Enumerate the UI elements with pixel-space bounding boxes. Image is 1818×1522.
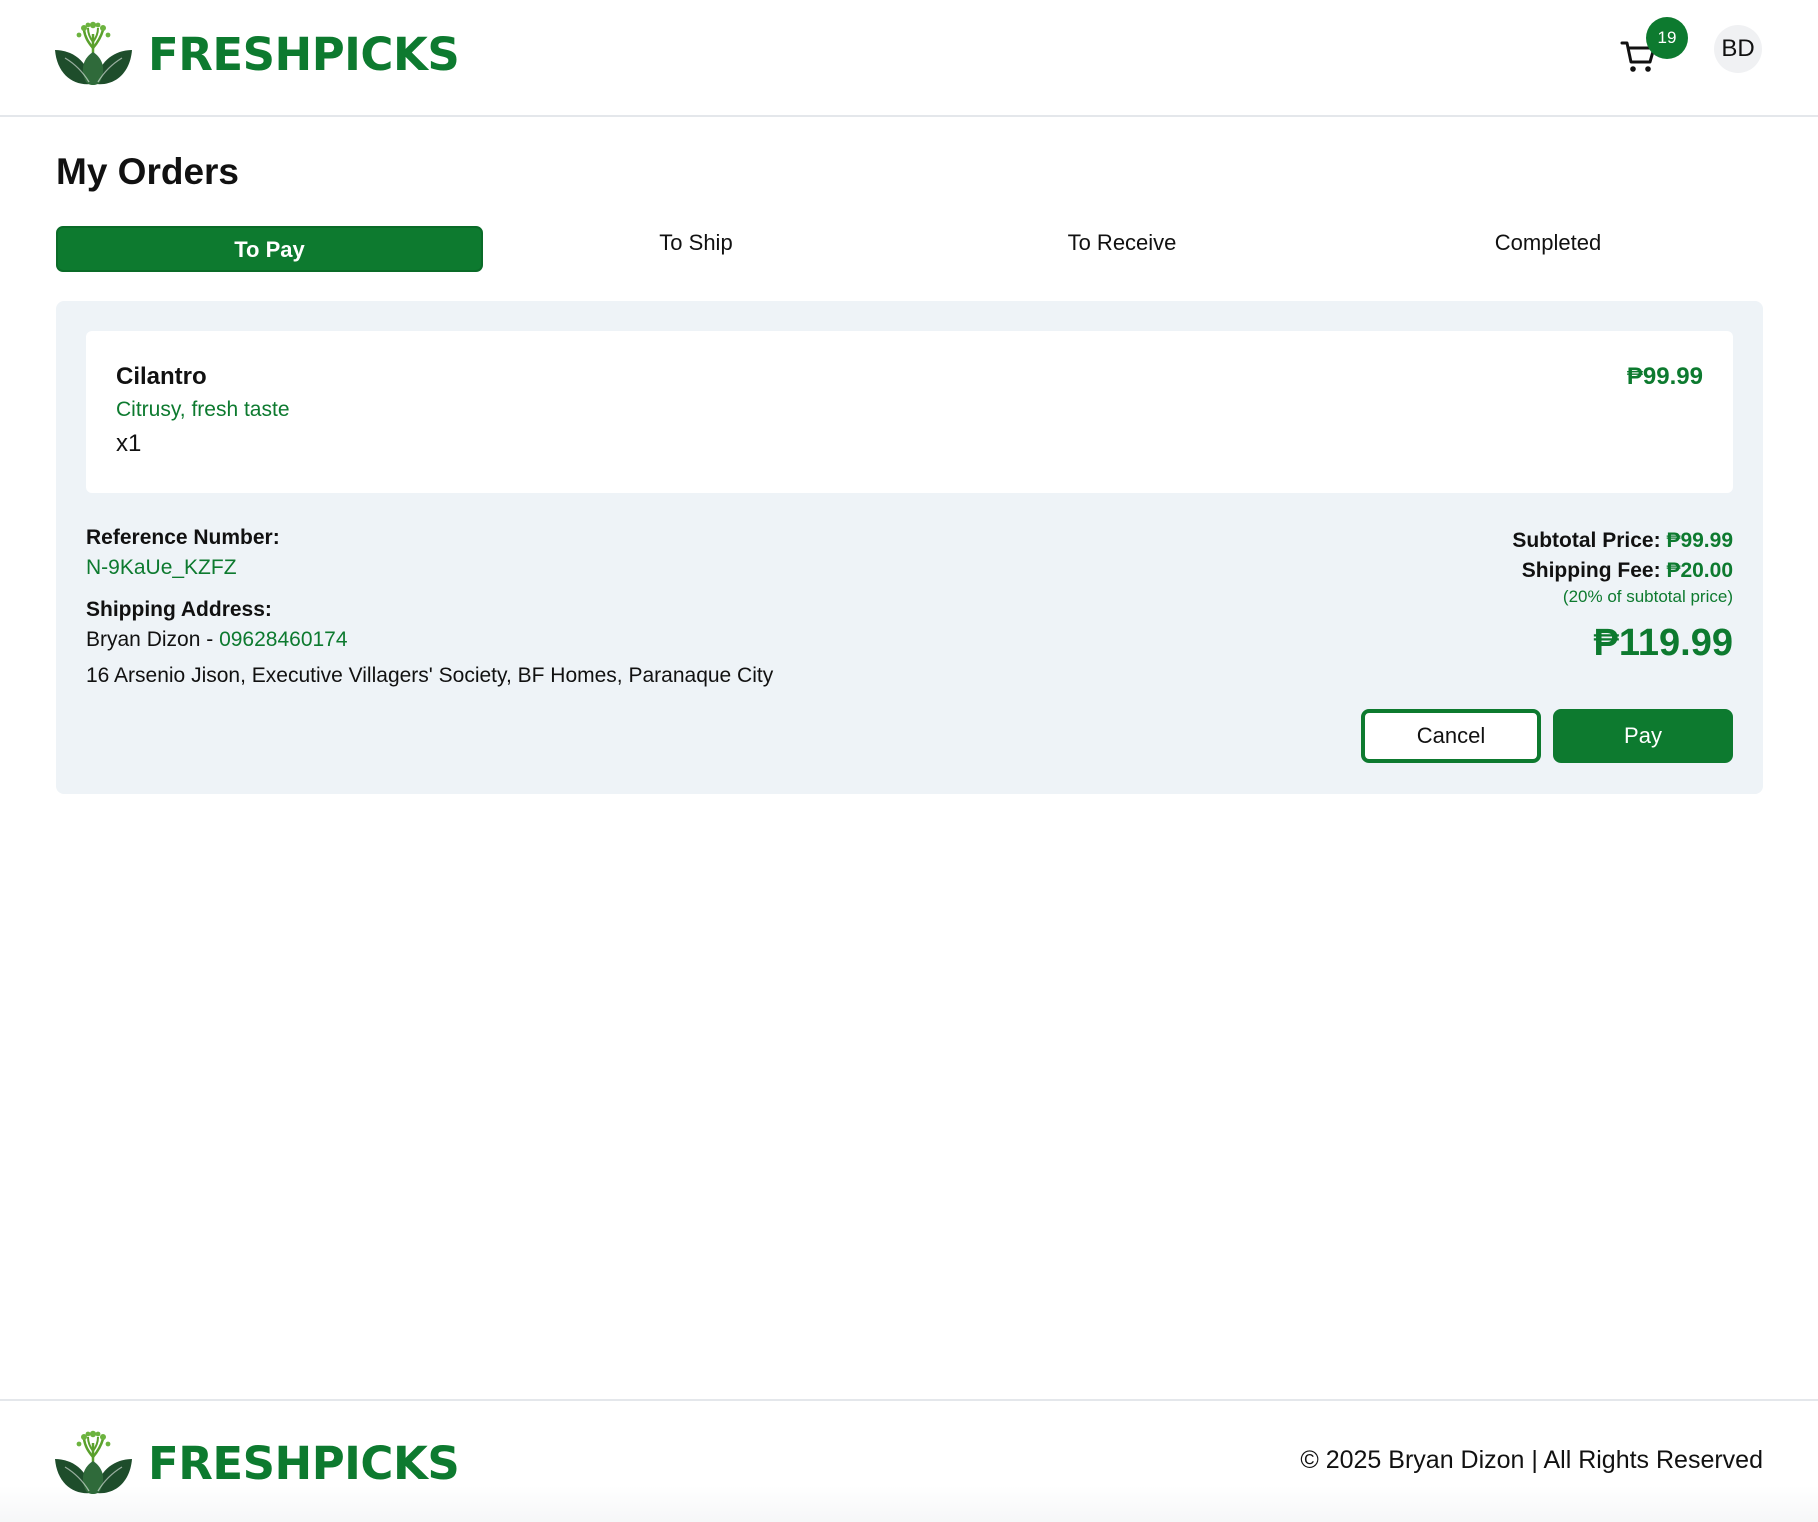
shipping-fee-value: ₱20.00 xyxy=(1666,559,1733,582)
page-title: My Orders xyxy=(56,151,240,192)
reference-number-value: N-9KaUe_KZFZ xyxy=(86,556,237,579)
shipping-fee-label: Shipping Fee: xyxy=(1521,559,1661,582)
copyright-text: © 2025 Bryan Dizon | All Rights Reserved xyxy=(1300,1446,1763,1474)
pay-button[interactable]: Pay xyxy=(1553,709,1733,763)
tab-to-ship[interactable]: To Ship xyxy=(483,226,909,272)
order-total: ₱119.99 xyxy=(1593,622,1733,664)
item-description: Citrusy, fresh taste xyxy=(116,398,290,421)
tab-to-receive[interactable]: To Receive xyxy=(909,226,1335,272)
user-avatar[interactable]: BD xyxy=(1714,25,1762,73)
sprout-leaves-logo-icon xyxy=(55,1430,132,1494)
shipping-contact: Bryan Dizon - 09628460174 xyxy=(86,628,348,652)
item-quantity: x1 xyxy=(116,430,142,457)
footer-brand-name: FRESHPICKS xyxy=(148,1436,460,1490)
subtotal-line: Subtotal Price: ₱99.99 xyxy=(1233,526,1733,556)
tab-completed[interactable]: Completed xyxy=(1335,226,1761,272)
order-item: Cilantro Citrusy, fresh taste x1 ₱99.99 xyxy=(86,331,1733,493)
order-card: Cilantro Citrusy, fresh taste x1 ₱99.99 … xyxy=(56,301,1763,794)
subtotal-label: Subtotal Price: xyxy=(1512,529,1661,552)
shipping-address: 16 Arsenio Jison, Executive Villagers' S… xyxy=(86,664,774,687)
cancel-button[interactable]: Cancel xyxy=(1361,709,1541,763)
item-name: Cilantro xyxy=(116,363,207,390)
brand-name: FRESHPICKS xyxy=(148,27,460,81)
subtotal-value: ₱99.99 xyxy=(1666,529,1733,552)
site-header: FRESHPICKS 19 BD xyxy=(0,0,1818,117)
price-summary: Subtotal Price: ₱99.99 Shipping Fee: ₱20… xyxy=(1233,526,1733,666)
header-brand-link[interactable]: FRESHPICKS xyxy=(55,20,460,88)
footer-brand-link[interactable]: FRESHPICKS xyxy=(55,1429,460,1497)
reference-number-label: Reference Number: xyxy=(86,526,280,549)
item-price: ₱99.99 xyxy=(1626,363,1703,390)
shipping-address-label: Shipping Address: xyxy=(86,598,272,621)
shipping-fee-note: (20% of subtotal price) xyxy=(1562,587,1733,606)
sprout-leaves-logo-icon xyxy=(55,21,132,85)
contact-separator: - xyxy=(200,628,220,651)
shipping-fee-line: Shipping Fee: ₱20.00 xyxy=(1233,556,1733,586)
tab-to-pay[interactable]: To Pay xyxy=(56,226,483,272)
recipient-name: Bryan Dizon xyxy=(86,628,201,651)
cart-count-badge: 19 xyxy=(1646,17,1688,59)
order-status-tabs: To Pay To Ship To Receive Completed xyxy=(56,226,1763,272)
order-actions: Cancel Pay xyxy=(1361,709,1733,763)
recipient-phone: 09628460174 xyxy=(219,628,348,651)
